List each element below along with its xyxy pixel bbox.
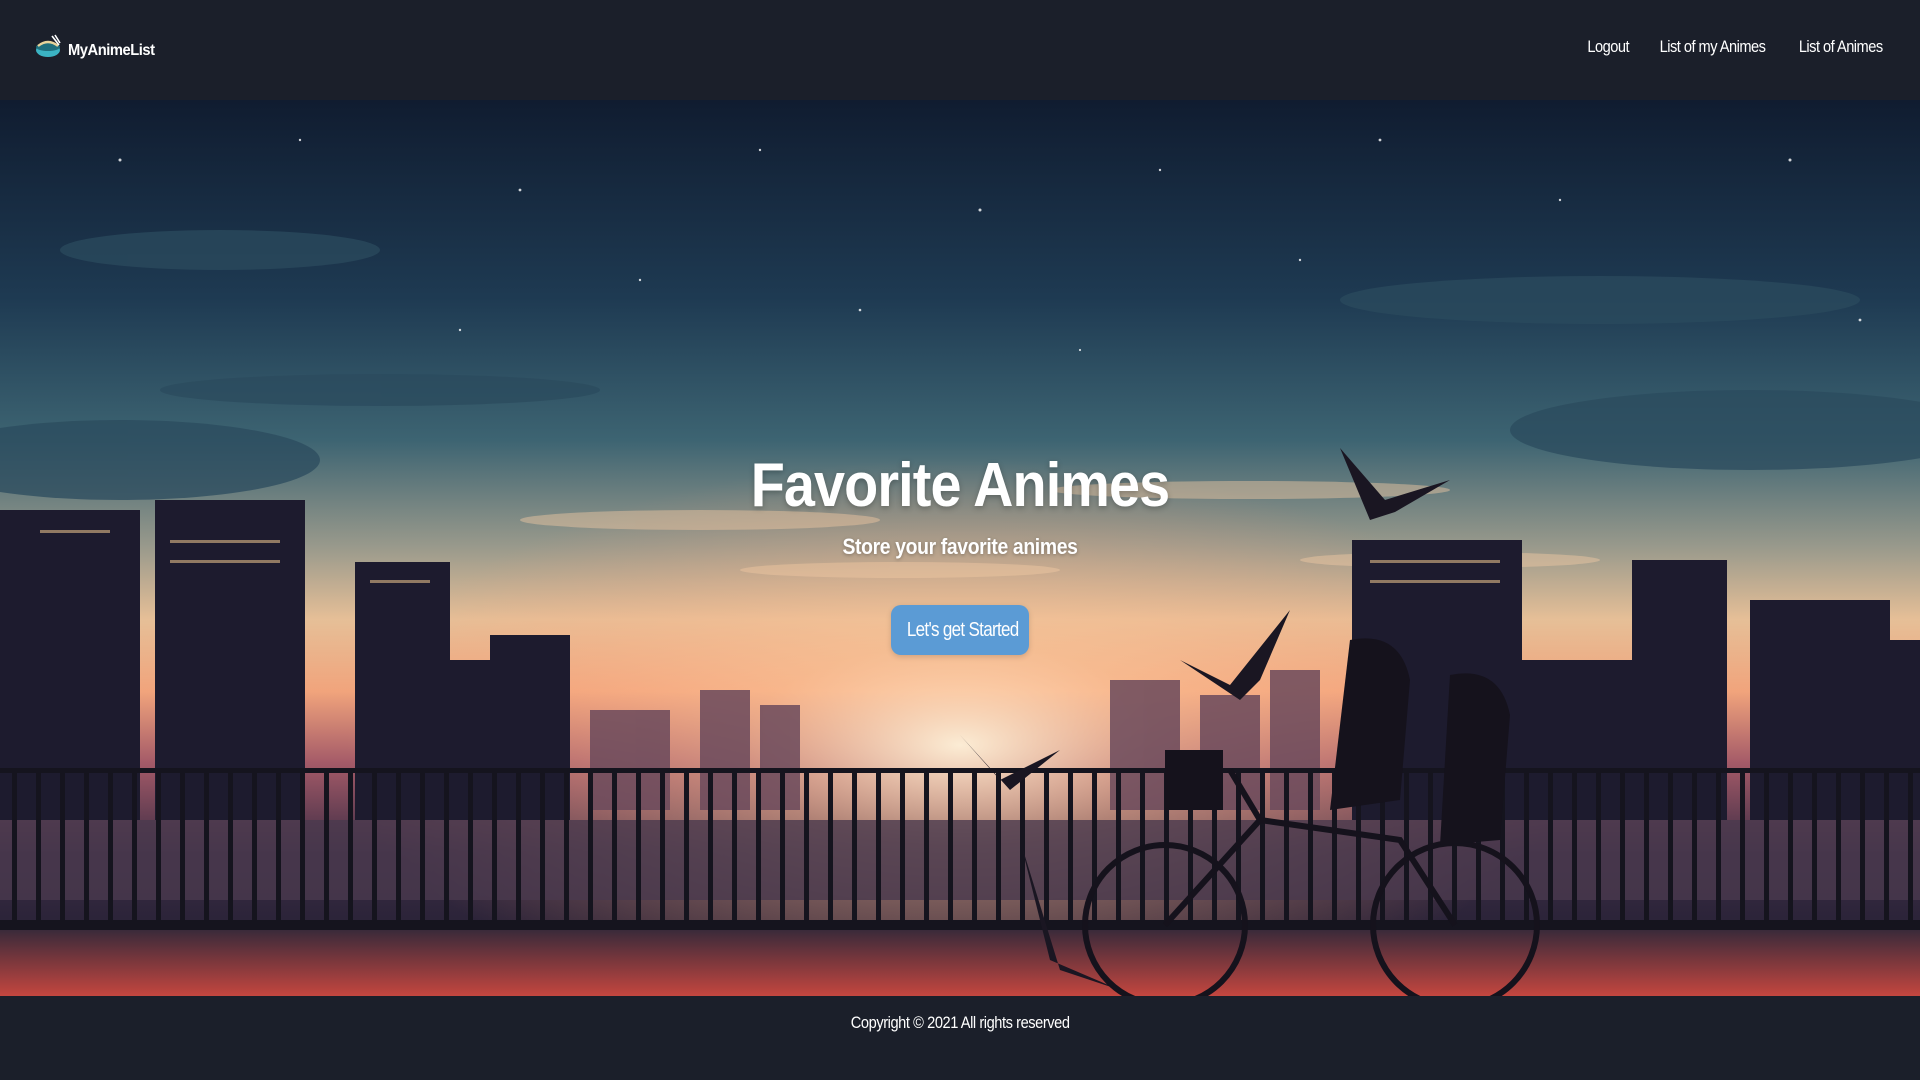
anime-bowl-logo-icon <box>36 34 61 57</box>
nav-links: Logout List of my Animes List of Animes <box>1584 37 1889 57</box>
hero-section: Favorite Animes Store your favorite anim… <box>0 100 1920 996</box>
nav-animes-link[interactable]: List of Animes <box>1798 37 1882 57</box>
get-started-button[interactable]: Let's get Started <box>891 605 1029 655</box>
footer: Copyright © 2021 All rights reserved <box>0 996 1920 1080</box>
brand-name: MyAnimeList <box>68 42 155 59</box>
hero-title: Favorite Animes <box>750 451 1170 520</box>
nav-my-animes-link[interactable]: List of my Animes <box>1659 37 1765 57</box>
hero-subtitle: Store your favorite animes <box>842 534 1078 559</box>
navbar: MyAnimeList Logout List of my Animes Lis… <box>0 0 1920 100</box>
copyright-text: Copyright © 2021 All rights reserved <box>850 1013 1070 1032</box>
get-started-label: Let's get Started <box>906 618 1019 641</box>
nav-logout-link[interactable]: Logout <box>1588 37 1630 57</box>
brand-link[interactable]: MyAnimeList <box>34 34 162 60</box>
hero-content: Favorite Animes Store your favorite anim… <box>0 100 1920 996</box>
